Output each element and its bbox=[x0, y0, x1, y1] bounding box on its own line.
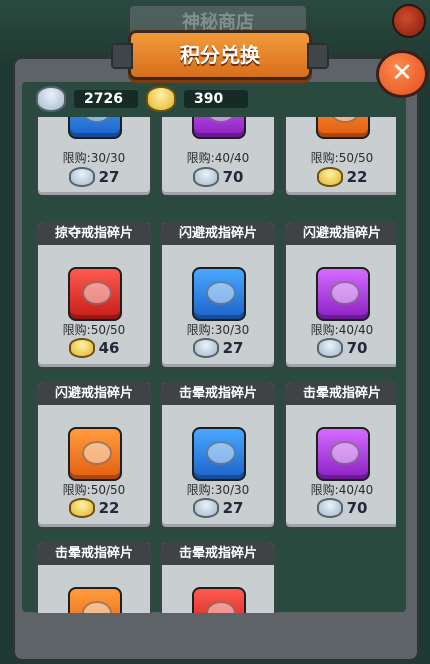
gold-coin-icon bbox=[68, 498, 95, 518]
silver-coin-icon bbox=[36, 86, 66, 112]
price-value: 70 bbox=[222, 168, 244, 186]
price: 27 bbox=[38, 167, 150, 187]
price-value: 22 bbox=[346, 168, 368, 186]
shop-item[interactable]: 闪避戒指碎片 限购:50/50 22 bbox=[36, 381, 152, 529]
gold-coin-icon bbox=[146, 86, 176, 112]
item-grid: 限购:30/30 27 限购:40/40 70 限购:50/50 22 掠夺戒指… bbox=[36, 117, 396, 613]
item-title: 击晕戒指碎片 bbox=[162, 383, 274, 405]
purchase-limit: 限购:30/30 bbox=[62, 151, 126, 165]
price-value: 27 bbox=[98, 168, 120, 186]
purchase-limit: 限购:40/40 bbox=[310, 483, 374, 497]
silver-coin-icon bbox=[68, 167, 95, 187]
price: 22 bbox=[286, 167, 396, 187]
gold-coin-icon bbox=[316, 167, 343, 187]
silver-amount: 2726 bbox=[74, 90, 138, 108]
price-value: 27 bbox=[222, 339, 244, 357]
close-button[interactable]: ✕ bbox=[376, 50, 428, 98]
gold-amount: 390 bbox=[184, 90, 248, 108]
item-title: 击晕戒指碎片 bbox=[286, 383, 396, 405]
item-title: 击晕戒指碎片 bbox=[162, 543, 274, 565]
ring-fragment-icon bbox=[192, 587, 246, 613]
silver-coin-icon bbox=[316, 338, 343, 358]
purchase-limit: 限购:40/40 bbox=[310, 323, 374, 337]
price: 22 bbox=[38, 498, 150, 518]
ring-fragment-icon bbox=[192, 117, 246, 139]
silver-coin-icon bbox=[192, 167, 219, 187]
silver-coin-icon bbox=[192, 498, 219, 518]
ring-fragment-icon bbox=[68, 267, 122, 321]
page-title: 积分兑换 bbox=[111, 30, 329, 80]
item-title: 闪避戒指碎片 bbox=[162, 223, 274, 245]
bomb-icon bbox=[392, 4, 426, 38]
shop-item[interactable]: 击晕戒指碎片 限购:40/40 70 bbox=[284, 381, 396, 529]
price-value: 70 bbox=[346, 499, 368, 517]
silver-coin-icon bbox=[192, 338, 219, 358]
ring-fragment-icon bbox=[68, 427, 122, 481]
shop-item[interactable]: 限购:50/50 22 bbox=[284, 117, 396, 197]
price: 27 bbox=[162, 498, 274, 518]
purchase-limit: 限购:50/50 bbox=[310, 151, 374, 165]
shop-item[interactable]: 击晕戒指碎片 bbox=[36, 541, 152, 613]
gold-currency: 390 bbox=[146, 86, 248, 112]
item-title: 闪避戒指碎片 bbox=[286, 223, 396, 245]
price-value: 70 bbox=[346, 339, 368, 357]
price-value: 46 bbox=[98, 339, 120, 357]
gold-coin-icon bbox=[68, 338, 95, 358]
ring-fragment-icon bbox=[192, 267, 246, 321]
purchase-limit: 限购:40/40 bbox=[186, 151, 250, 165]
shop-item[interactable]: 闪避戒指碎片 限购:30/30 27 bbox=[160, 221, 276, 369]
item-title: 击晕戒指碎片 bbox=[38, 543, 150, 565]
purchase-limit: 限购:30/30 bbox=[186, 323, 250, 337]
ring-fragment-icon bbox=[192, 427, 246, 481]
price-value: 22 bbox=[98, 499, 120, 517]
price: 70 bbox=[162, 167, 274, 187]
silver-coin-icon bbox=[316, 498, 343, 518]
shop-item[interactable]: 闪避戒指碎片 限购:40/40 70 bbox=[284, 221, 396, 369]
purchase-limit: 限购:30/30 bbox=[186, 483, 250, 497]
shop-item[interactable]: 掠夺戒指碎片 限购:50/50 46 bbox=[36, 221, 152, 369]
price: 70 bbox=[286, 338, 396, 358]
price-value: 27 bbox=[222, 499, 244, 517]
ring-fragment-icon bbox=[316, 427, 370, 481]
price: 46 bbox=[38, 338, 150, 358]
purchase-limit: 限购:50/50 bbox=[62, 323, 126, 337]
ring-fragment-icon bbox=[316, 117, 370, 139]
ring-fragment-icon bbox=[68, 117, 122, 139]
item-title: 闪避戒指碎片 bbox=[38, 383, 150, 405]
price: 70 bbox=[286, 498, 396, 518]
item-title: 掠夺戒指碎片 bbox=[38, 223, 150, 245]
shop-item[interactable]: 击晕戒指碎片 bbox=[160, 541, 276, 613]
purchase-limit: 限购:50/50 bbox=[62, 483, 126, 497]
ring-fragment-icon bbox=[68, 587, 122, 613]
ring-fragment-icon bbox=[316, 267, 370, 321]
silver-currency: 2726 bbox=[36, 86, 138, 112]
shop-item[interactable]: 击晕戒指碎片 限购:30/30 27 bbox=[160, 381, 276, 529]
shop-item[interactable]: 限购:30/30 27 bbox=[36, 117, 152, 197]
shop-item[interactable]: 限购:40/40 70 bbox=[160, 117, 276, 197]
price: 27 bbox=[162, 338, 274, 358]
